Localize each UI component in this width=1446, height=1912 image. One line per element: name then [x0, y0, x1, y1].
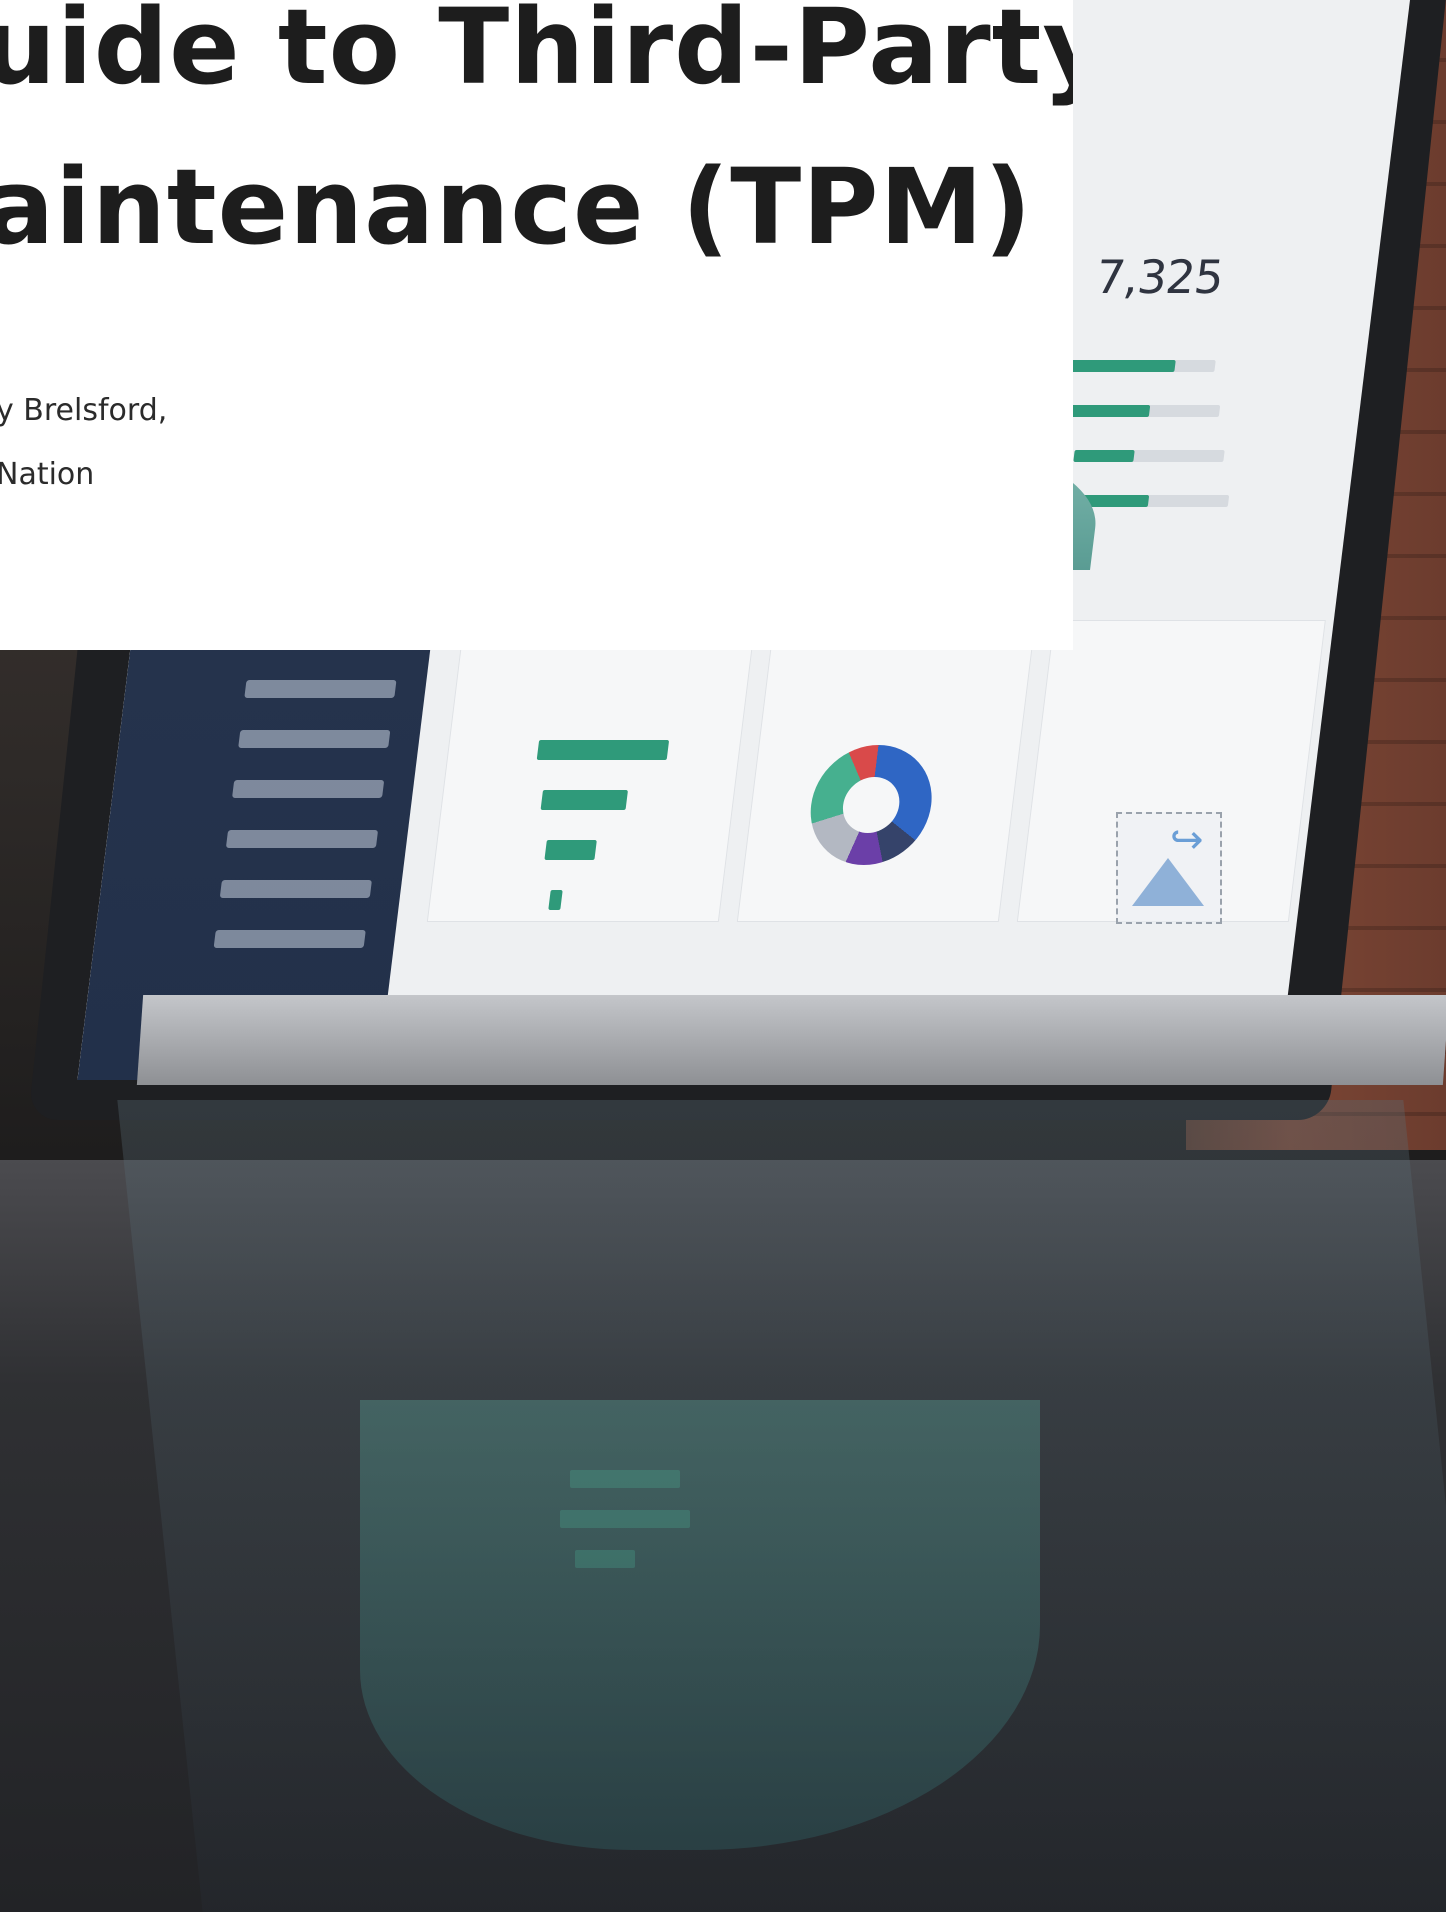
article-title-card: uide to Third-Party aintenance (TPM) y B… — [0, 0, 1073, 650]
laptop-keyboard-base — [136, 995, 1446, 1085]
publisher-byline: Nation — [0, 457, 95, 492]
usage-bar — [548, 890, 563, 910]
sidebar-item — [232, 780, 385, 798]
usage-bar — [544, 840, 597, 860]
dashboard-kpi-value: 7,325 — [1092, 250, 1227, 304]
article-title-line-2: aintenance (TPM) — [0, 146, 1033, 268]
sidebar-item — [244, 680, 397, 698]
sidebar-item — [219, 880, 372, 898]
redo-arrow-icon: ↪ — [1170, 817, 1204, 863]
usage-bar — [536, 740, 670, 760]
reflection-chart — [360, 1400, 1040, 1850]
broken-image-icon: ↪ — [1116, 812, 1222, 924]
sidebar-item — [213, 930, 366, 948]
sidebar-item — [225, 830, 379, 848]
progress-fill — [1073, 450, 1135, 462]
progress-fill — [1068, 405, 1151, 417]
dashboard-card — [426, 620, 756, 922]
usage-bar — [540, 790, 629, 810]
mountain-icon — [1132, 858, 1204, 906]
author-byline: y Brelsford, — [0, 393, 168, 428]
article-title-line-1: uide to Third-Party — [0, 0, 1073, 108]
sidebar-item — [238, 730, 391, 748]
progress-fill — [1064, 360, 1176, 372]
